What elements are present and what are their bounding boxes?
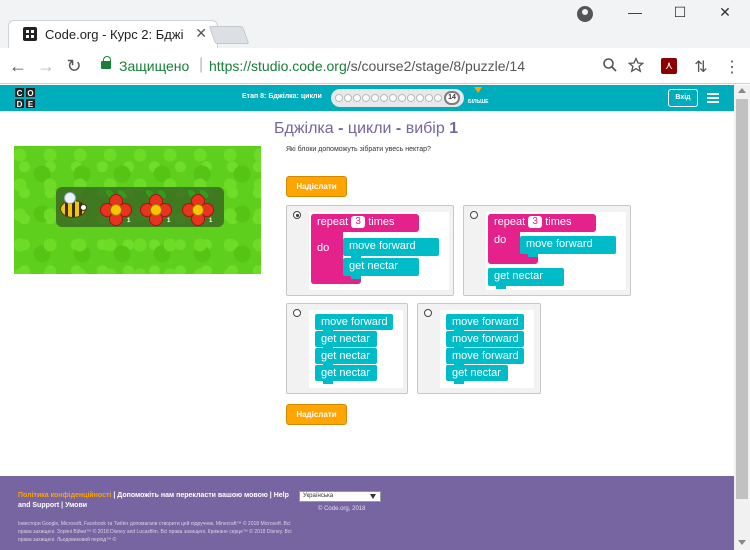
get-nectar-block: get nectar: [488, 268, 564, 289]
get-nectar-block: get nectar: [343, 258, 419, 279]
flower-icon: 1: [100, 190, 132, 226]
answer-option-b[interactable]: repeat 3 times do move forward get nectar: [463, 205, 631, 296]
puzzle-progress: 14: [331, 89, 464, 107]
privacy-link[interactable]: Політика конфіденційності: [18, 492, 111, 499]
translate-link[interactable]: Допоможіть нам перекласти вашою мовою: [117, 492, 268, 499]
site-footer: Політика конфіденційності | Допоможіть н…: [0, 476, 734, 550]
chevron-down-icon: [370, 494, 376, 499]
more-arrow-icon[interactable]: [474, 87, 482, 93]
back-button[interactable]: ←: [8, 56, 28, 76]
scroll-up-icon[interactable]: [738, 88, 746, 93]
move-forward-block: move forward: [446, 314, 524, 333]
get-nectar-block: get nectar: [315, 348, 377, 367]
move-forward-block: move forward: [446, 331, 524, 350]
current-puzzle-badge[interactable]: 14: [444, 91, 460, 105]
hamburger-menu-icon[interactable]: [707, 93, 719, 95]
signin-button[interactable]: Вхід: [668, 89, 698, 107]
browser-titlebar: Code.org - Курс 2: Бджі ✕ — ☐ ✕: [0, 0, 750, 48]
codeorg-logo[interactable]: C O D E: [14, 87, 36, 109]
puzzle-title: Бджілка - цикли - вибір 1: [274, 120, 459, 137]
tab-title: Code.org - Курс 2: Бджі: [45, 27, 184, 42]
menu-icon[interactable]: ⋮: [722, 57, 742, 76]
address-bar[interactable]: Защищено | https://studio.code.org/s/cou…: [92, 53, 652, 79]
forward-button[interactable]: →: [36, 56, 56, 76]
progress-dot[interactable]: [434, 94, 442, 102]
new-tab-button[interactable]: [208, 26, 250, 44]
get-nectar-block: get nectar: [315, 331, 377, 350]
submit-button-top[interactable]: Надіслати: [286, 176, 347, 197]
progress-dot[interactable]: [371, 94, 379, 102]
copyright: © Code.org, 2018: [318, 506, 366, 512]
progress-dot[interactable]: [362, 94, 370, 102]
progress-dot[interactable]: [344, 94, 352, 102]
language-select[interactable]: Українська: [299, 491, 381, 502]
option-d-radio[interactable]: [424, 309, 432, 317]
get-nectar-block: get nectar: [446, 365, 508, 384]
search-icon[interactable]: [600, 57, 620, 75]
close-window-button[interactable]: ✕: [710, 4, 740, 21]
page-scrollbar[interactable]: [734, 85, 750, 550]
option-b-code: repeat 3 times do move forward get nectar: [486, 212, 626, 290]
sync-icon[interactable]: ⇅: [691, 57, 711, 76]
option-c-radio[interactable]: [293, 309, 301, 317]
tab-close-icon[interactable]: ✕: [195, 25, 207, 42]
game-scene: 1 1 1: [14, 146, 261, 274]
progress-dot[interactable]: [407, 94, 415, 102]
nectar-count: 1: [209, 218, 213, 224]
legal-text: Інвестори Google, Microsoft, Facebook та…: [18, 521, 292, 543]
repeat-block: repeat 3 times: [488, 214, 596, 232]
secure-label: Защищено: [119, 58, 190, 74]
minimize-button[interactable]: —: [620, 4, 650, 20]
progress-dot[interactable]: [389, 94, 397, 102]
do-label: do: [311, 232, 343, 268]
puzzle-question: Які блоки допоможуть зібрати увесь некта…: [286, 146, 431, 153]
scroll-thumb[interactable]: [736, 99, 748, 499]
terms-link[interactable]: Умови: [65, 502, 87, 509]
stage-label: Етап 8: Бджілка: цикли: [242, 93, 322, 100]
flower-icon: 1: [140, 190, 172, 226]
maximize-button[interactable]: ☐: [665, 4, 695, 21]
get-nectar-block: get nectar: [315, 365, 377, 384]
answer-option-d[interactable]: move forward move forward move forward g…: [417, 303, 541, 394]
lock-icon: [101, 56, 111, 69]
do-label: do: [488, 232, 520, 252]
move-forward-block: move forward: [446, 348, 524, 367]
pdf-icon[interactable]: ⋏: [661, 58, 677, 74]
bee-icon: [58, 192, 92, 220]
option-a-radio[interactable]: [293, 211, 301, 219]
nectar-count: 1: [167, 218, 171, 224]
option-d-code: move forward move forward move forward g…: [440, 310, 534, 388]
repeat-block: repeat 3 times: [311, 214, 419, 232]
option-a-code: repeat 3 times do move forward get nectar: [309, 212, 449, 290]
progress-dot[interactable]: [425, 94, 433, 102]
answer-option-a[interactable]: repeat 3 times do move forward get nectar: [286, 205, 454, 296]
progress-dot[interactable]: [335, 94, 343, 102]
footer-links: Політика конфіденційності | Допоможіть н…: [18, 492, 289, 509]
move-forward-block: move forward: [315, 314, 393, 333]
nectar-count: 1: [127, 218, 131, 224]
browser-tab[interactable]: Code.org - Курс 2: Бджі ✕: [8, 20, 218, 48]
progress-dot[interactable]: [398, 94, 406, 102]
url-text[interactable]: https://studio.code.org/s/course2/stage/…: [209, 58, 525, 74]
profile-icon[interactable]: [577, 6, 593, 22]
flower-icon: 1: [182, 190, 214, 226]
codeorg-favicon-icon: [23, 27, 37, 41]
submit-button-bottom[interactable]: Надіслати: [286, 404, 347, 425]
move-forward-block: move forward: [343, 238, 439, 259]
reload-button[interactable]: ↻: [64, 56, 84, 76]
progress-dot[interactable]: [353, 94, 361, 102]
progress-dot[interactable]: [416, 94, 424, 102]
move-forward-block: move forward: [520, 236, 616, 257]
scroll-down-icon[interactable]: [738, 540, 746, 545]
option-b-radio[interactable]: [470, 211, 478, 219]
browser-toolbar: ← → ↻ Защищено | https://studio.code.org…: [0, 48, 750, 84]
codeorg-header: C O D E Етап 8: Бджілка: цикли 14 БІЛЬШЕ…: [0, 85, 734, 111]
option-c-code: move forward get nectar get nectar get n…: [309, 310, 403, 388]
url-separator: |: [199, 56, 204, 73]
more-link[interactable]: БІЛЬШЕ: [468, 99, 488, 105]
answer-option-c[interactable]: move forward get nectar get nectar get n…: [286, 303, 408, 394]
progress-dot[interactable]: [380, 94, 388, 102]
star-icon[interactable]: [626, 56, 646, 75]
